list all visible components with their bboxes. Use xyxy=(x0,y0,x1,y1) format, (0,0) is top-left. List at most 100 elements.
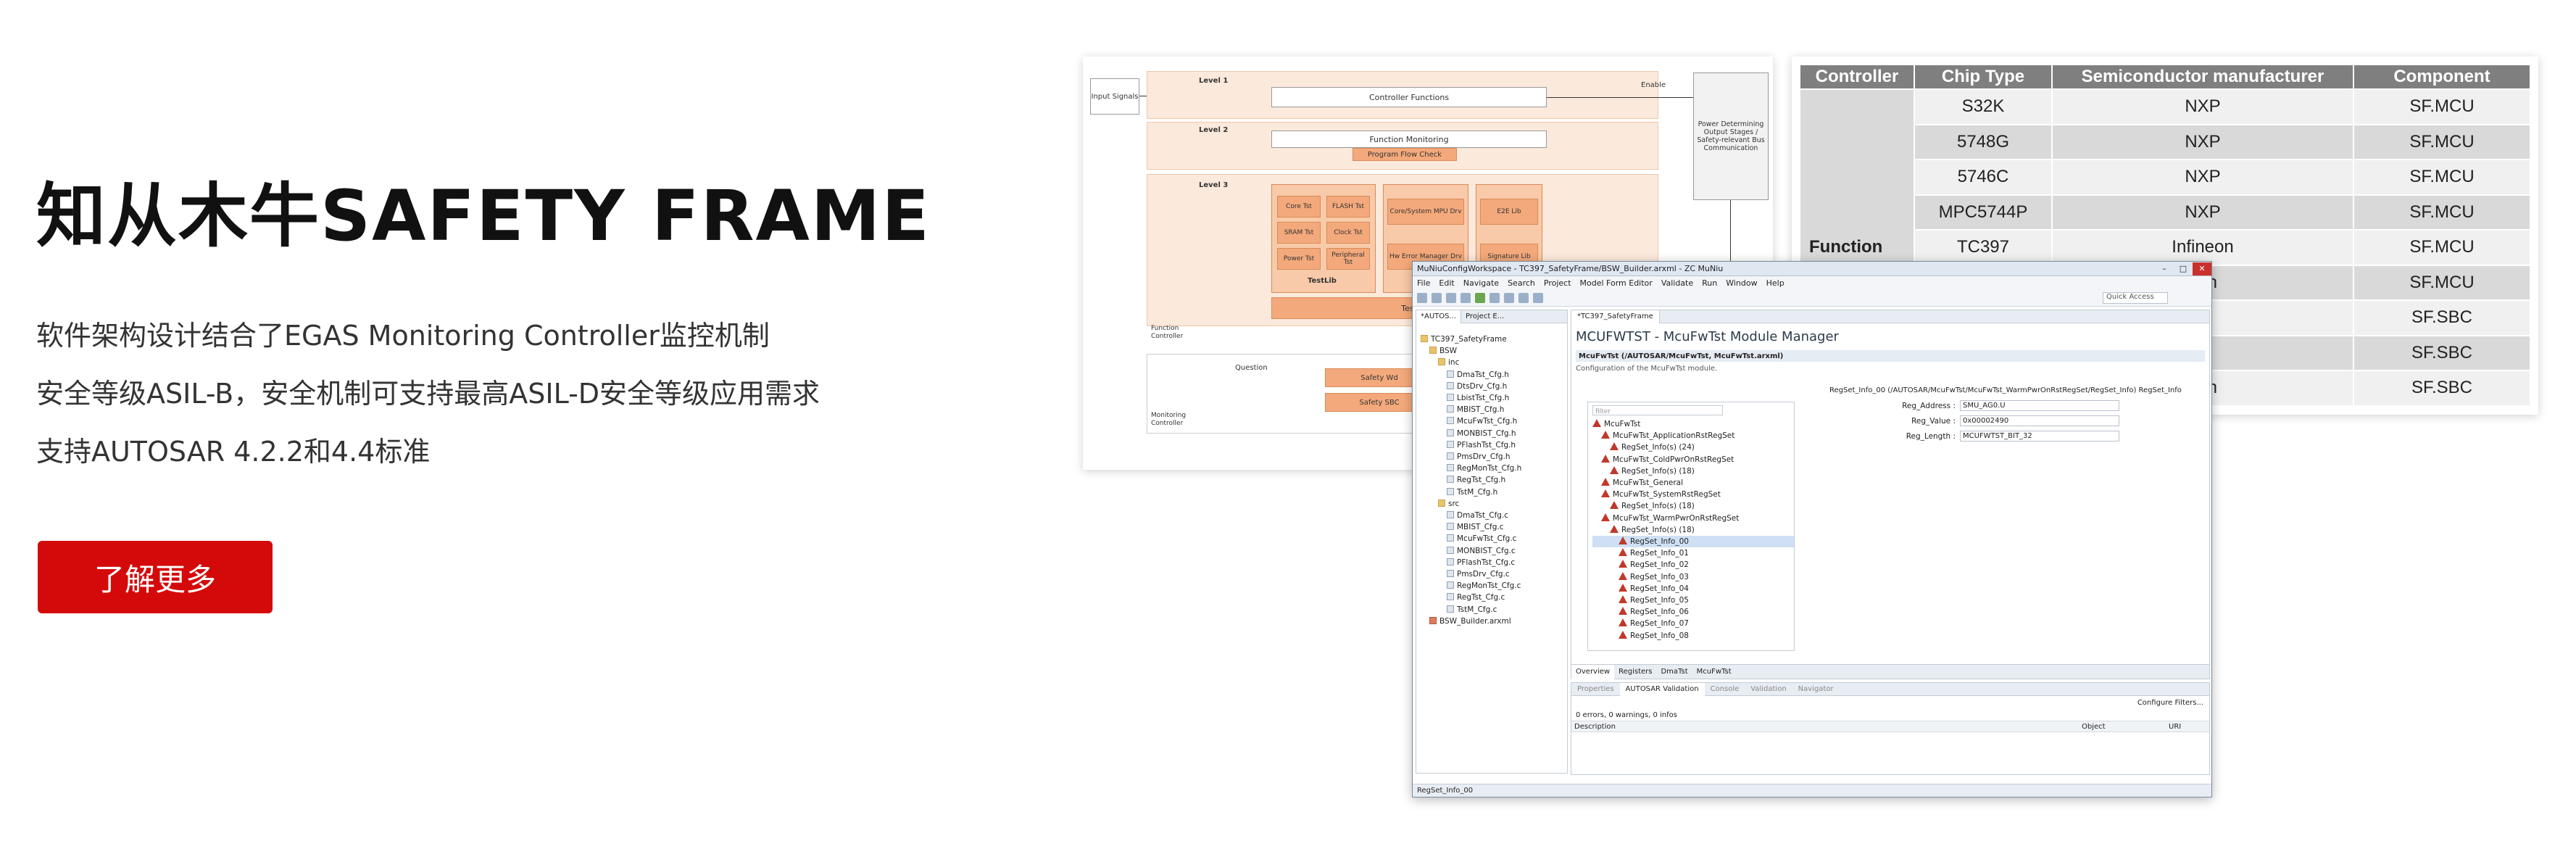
tree-item[interactable]: TstM_Cfg.h xyxy=(1421,486,1567,498)
tree-item[interactable]: BSW_Builder.arxml xyxy=(1421,616,1567,627)
tree-item[interactable]: TC397_SafetyFrame xyxy=(1421,334,1567,345)
menu-help[interactable]: Help xyxy=(1766,278,1784,288)
tab-dmatst[interactable]: DmaTst xyxy=(1656,668,1692,676)
tree-item-label: RegMonTst_Cfg.h xyxy=(1457,464,1522,473)
tree-item[interactable]: RegMonTst_Cfg.h xyxy=(1421,463,1567,474)
tab-validation[interactable]: Validation xyxy=(1745,685,1792,693)
program-flow-check-box: Program Flow Check xyxy=(1353,148,1457,161)
clock-tst-box: Clock Tst xyxy=(1326,222,1370,244)
module-tree-item[interactable]: RegSet_Info_01 xyxy=(1592,547,1794,559)
menu-navigate[interactable]: Navigate xyxy=(1463,278,1499,288)
menu-model-form-editor[interactable]: Model Form Editor xyxy=(1580,278,1653,288)
tree-item[interactable]: MBIST_Cfg.c xyxy=(1421,521,1567,533)
tree-item[interactable]: MONBIST_Cfg.h xyxy=(1421,428,1567,439)
output-stages-box: Power Determining Output Stages / Safety… xyxy=(1693,72,1769,200)
tab-mcufwtst[interactable]: McuFwTst xyxy=(1692,668,1736,676)
editor-tab[interactable]: *TC397_SafetyFrame xyxy=(1571,310,1660,323)
maximize-icon[interactable]: □ xyxy=(2174,262,2193,276)
module-tree-item[interactable]: RegSet_Info_02 xyxy=(1592,559,1794,571)
tree-item[interactable]: PmsDrv_Cfg.h xyxy=(1421,451,1567,463)
module-tree-item[interactable]: RegSet_Info_08 xyxy=(1592,630,1794,642)
reg-address-field[interactable]: SMU_AG0.U xyxy=(1960,400,2119,411)
tree-item-label: MONBIST_Cfg.h xyxy=(1457,428,1516,438)
tree-item[interactable]: TstM_Cfg.c xyxy=(1421,604,1567,616)
tab-console[interactable]: Console xyxy=(1705,685,1745,693)
tab-project-explorer[interactable]: Project E... xyxy=(1461,310,1508,323)
module-tree-item[interactable]: RegSet_Info_04 xyxy=(1592,583,1794,594)
learn-more-button[interactable]: 了解更多 xyxy=(38,541,273,613)
module-tree-item[interactable]: McuFwTst_ApplicationRstRegSet xyxy=(1592,430,1794,442)
file-icon xyxy=(1447,405,1454,413)
tree-item[interactable]: DmaTst_Cfg.c xyxy=(1421,510,1567,521)
new-icon[interactable] xyxy=(1417,292,1427,303)
menu-run[interactable]: Run xyxy=(1702,278,1717,288)
tab-overview[interactable]: Overview xyxy=(1571,664,1615,679)
column-header[interactable]: Description xyxy=(1571,723,2079,731)
tab-navigator[interactable]: Navigator xyxy=(1792,685,1840,693)
minimize-icon[interactable]: – xyxy=(2155,262,2174,276)
quick-access-input[interactable]: Quick Access xyxy=(2103,291,2168,304)
tree-item[interactable]: DmaTst_Cfg.h xyxy=(1421,369,1567,381)
module-tree-item[interactable]: RegSet_Info(s) (24) xyxy=(1592,442,1794,453)
column-header[interactable]: Object xyxy=(2079,723,2166,731)
tree-item[interactable]: McuFwTst_Cfg.c xyxy=(1421,533,1567,544)
module-tree-item[interactable]: RegSet_Info(s) (18) xyxy=(1592,500,1794,512)
module-tree-item[interactable]: RegSet_Info_05 xyxy=(1592,594,1794,606)
tab-autosar-validation[interactable]: AUTOSAR Validation xyxy=(1619,682,1705,696)
reg-value-field[interactable]: 0x00002490 xyxy=(1960,415,2119,426)
filter-input[interactable]: filter xyxy=(1592,405,1723,415)
menu-search[interactable]: Search xyxy=(1508,278,1535,288)
forward-icon[interactable] xyxy=(1533,292,1543,303)
tree-item[interactable]: PmsDrv_Cfg.c xyxy=(1421,568,1567,580)
tree-item[interactable]: RegTst_Cfg.h xyxy=(1421,474,1567,486)
module-tree-item[interactable]: McuFwTst_WarmPwrOnRstRegSet xyxy=(1592,513,1794,524)
hero-lines: 软件架构设计结合了EGAS Monitoring Controller监控机制 … xyxy=(36,307,979,481)
tree-item[interactable]: PFlashTst_Cfg.h xyxy=(1421,439,1567,451)
container-icon xyxy=(1610,501,1619,510)
tree-item[interactable]: BSW xyxy=(1421,345,1567,357)
search-icon[interactable] xyxy=(1504,292,1514,303)
menu-validate[interactable]: Validate xyxy=(1661,278,1693,288)
module-tree-item[interactable]: RegSet_Info(s) (18) xyxy=(1592,524,1794,536)
tree-item[interactable]: src xyxy=(1421,498,1567,510)
configure-filters-link[interactable]: Configure Filters... xyxy=(1571,696,2209,710)
menu-edit[interactable]: Edit xyxy=(1439,278,1454,288)
back-icon[interactable] xyxy=(1518,292,1529,303)
module-tree-item[interactable]: McuFwTst xyxy=(1592,418,1794,430)
module-tree-item[interactable]: RegSet_Info_07 xyxy=(1592,618,1794,629)
tree-item[interactable]: RegTst_Cfg.c xyxy=(1421,592,1567,603)
menu-file[interactable]: File xyxy=(1417,278,1430,288)
close-icon[interactable]: ✕ xyxy=(2193,262,2211,276)
run-icon[interactable] xyxy=(1475,292,1485,303)
tree-item[interactable]: PFlashTst_Cfg.c xyxy=(1421,557,1567,568)
container-icon xyxy=(1619,630,1627,639)
tree-item[interactable]: MBIST_Cfg.h xyxy=(1421,404,1567,415)
module-tree-item[interactable]: RegSet_Info_06 xyxy=(1592,606,1794,618)
menu-window[interactable]: Window xyxy=(1726,278,1757,288)
tab-registers[interactable]: Registers xyxy=(1614,668,1656,676)
debug-icon[interactable] xyxy=(1489,292,1500,303)
save-all-icon[interactable] xyxy=(1446,292,1456,303)
tree-item[interactable]: RegMonTst_Cfg.c xyxy=(1421,580,1567,592)
tree-item[interactable]: inc xyxy=(1421,357,1567,368)
save-icon[interactable] xyxy=(1432,292,1442,303)
tree-item[interactable]: DtsDrv_Cfg.h xyxy=(1421,381,1567,392)
menu-project[interactable]: Project xyxy=(1544,278,1571,288)
tree-item-label: TstM_Cfg.h xyxy=(1457,487,1498,497)
module-tree-item[interactable]: RegSet_Info_03 xyxy=(1592,571,1794,583)
tree-item[interactable]: McuFwTst_Cfg.h xyxy=(1421,415,1567,427)
tree-item[interactable]: MONBIST_Cfg.c xyxy=(1421,545,1567,557)
tab-autosar[interactable]: *AUTOS... xyxy=(1416,310,1462,323)
tab-properties[interactable]: Properties xyxy=(1571,685,1620,693)
module-tree-item[interactable]: RegSet_Info_00 xyxy=(1592,536,1794,548)
tree-item-label: PFlashTst_Cfg.h xyxy=(1457,440,1516,450)
module-tree-item[interactable]: McuFwTst_General xyxy=(1592,477,1794,489)
tree-item[interactable]: LbistTst_Cfg.h xyxy=(1421,392,1567,404)
module-tree-item[interactable]: McuFwTst_SystemRstRegSet xyxy=(1592,489,1794,500)
reg-length-select[interactable]: MCUFWTST_BIT_32 xyxy=(1960,431,2119,442)
module-tree-item[interactable]: McuFwTst_ColdPwrOnRstRegSet xyxy=(1592,454,1794,465)
column-header[interactable]: URI xyxy=(2166,723,2181,731)
question-label: Question xyxy=(1235,364,1268,372)
build-icon[interactable] xyxy=(1461,292,1471,303)
module-tree-item[interactable]: RegSet_Info(s) (18) xyxy=(1592,465,1794,477)
